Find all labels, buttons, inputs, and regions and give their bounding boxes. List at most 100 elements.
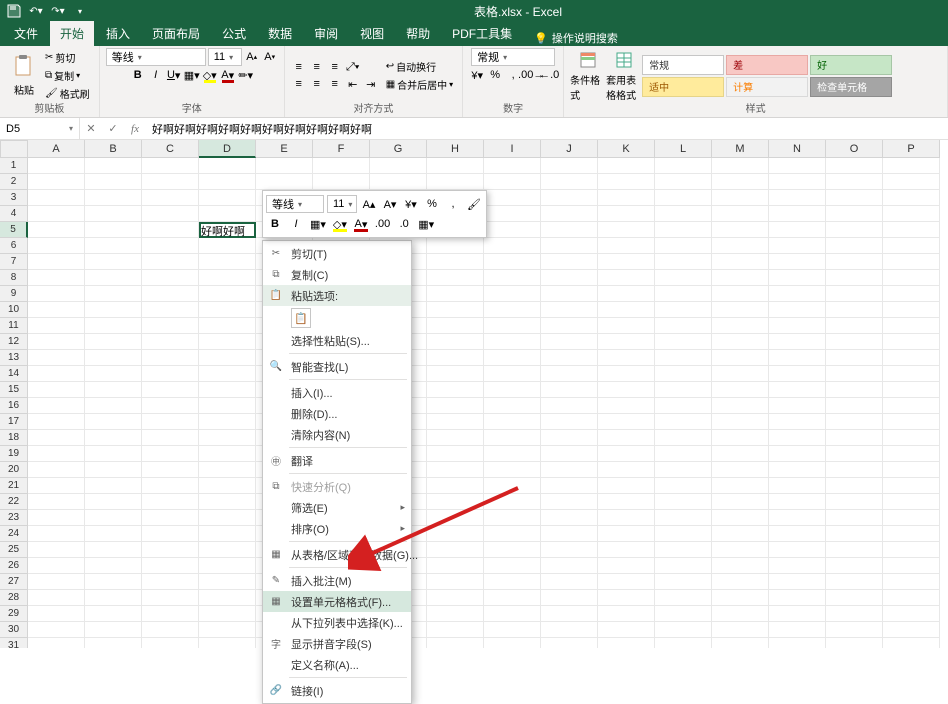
cell[interactable] — [28, 494, 85, 510]
cell[interactable] — [769, 558, 826, 574]
cell[interactable] — [85, 558, 142, 574]
cell[interactable] — [769, 526, 826, 542]
cell[interactable] — [655, 158, 712, 174]
cell[interactable] — [598, 158, 655, 174]
cell[interactable] — [85, 606, 142, 622]
cell[interactable] — [28, 270, 85, 286]
cell[interactable] — [826, 222, 883, 238]
cell[interactable] — [484, 398, 541, 414]
name-box[interactable]: D5 — [0, 118, 80, 139]
cell[interactable] — [769, 174, 826, 190]
cell[interactable] — [427, 510, 484, 526]
phonetic-button[interactable]: ✏▾ — [238, 67, 254, 83]
cell[interactable] — [85, 430, 142, 446]
cell[interactable] — [199, 542, 256, 558]
cell[interactable] — [199, 398, 256, 414]
cell[interactable] — [826, 318, 883, 334]
cell[interactable] — [484, 318, 541, 334]
cell[interactable] — [655, 190, 712, 206]
cell[interactable] — [826, 158, 883, 174]
cell[interactable] — [28, 398, 85, 414]
row-header[interactable]: 10 — [0, 302, 28, 318]
cell[interactable] — [712, 302, 769, 318]
row-header[interactable]: 16 — [0, 398, 28, 414]
underline-button[interactable]: U▾ — [166, 67, 182, 83]
cell[interactable] — [199, 382, 256, 398]
row-header[interactable]: 20 — [0, 462, 28, 478]
cell[interactable] — [427, 446, 484, 462]
cell[interactable] — [85, 366, 142, 382]
cell[interactable] — [427, 302, 484, 318]
cell[interactable] — [769, 510, 826, 526]
cell[interactable] — [427, 158, 484, 174]
cell[interactable] — [484, 286, 541, 302]
accounting-format-icon[interactable]: ¥▾ — [469, 67, 485, 83]
cell[interactable] — [769, 206, 826, 222]
cell[interactable] — [883, 414, 940, 430]
cell[interactable] — [199, 638, 256, 648]
col-header[interactable]: P — [883, 140, 940, 158]
cell[interactable] — [712, 542, 769, 558]
cell[interactable] — [769, 254, 826, 270]
cancel-icon[interactable]: ✕ — [80, 122, 102, 135]
cell[interactable] — [826, 622, 883, 638]
cell[interactable] — [484, 254, 541, 270]
style-swatch[interactable]: 常规 — [642, 55, 724, 75]
cell[interactable] — [427, 254, 484, 270]
cell[interactable] — [427, 414, 484, 430]
mini-comma[interactable]: , — [444, 195, 462, 213]
tab-help[interactable]: 帮助 — [396, 21, 440, 46]
cell[interactable] — [427, 526, 484, 542]
cell[interactable] — [598, 462, 655, 478]
font-color-button[interactable]: A▾ — [220, 67, 236, 83]
cell[interactable] — [712, 462, 769, 478]
cell[interactable] — [883, 526, 940, 542]
cell[interactable] — [427, 478, 484, 494]
row-header[interactable]: 17 — [0, 414, 28, 430]
cell[interactable] — [484, 302, 541, 318]
cell[interactable] — [769, 302, 826, 318]
cell[interactable] — [142, 510, 199, 526]
cell[interactable] — [883, 286, 940, 302]
cell[interactable] — [883, 590, 940, 606]
cell[interactable] — [85, 222, 142, 238]
conditional-formatting-button[interactable]: 条件格式 — [570, 49, 606, 103]
cell[interactable] — [142, 494, 199, 510]
cell[interactable] — [142, 382, 199, 398]
cell[interactable] — [883, 190, 940, 206]
cell[interactable] — [826, 350, 883, 366]
style-swatch[interactable]: 差 — [726, 55, 808, 75]
cell[interactable] — [883, 606, 940, 622]
cell[interactable] — [142, 350, 199, 366]
mini-dec-decimal[interactable]: .0 — [395, 215, 413, 233]
merge-center-button[interactable]: ▦合并后居中▾ — [383, 76, 456, 93]
cell[interactable] — [826, 254, 883, 270]
context-menu-item[interactable]: 清除内容(N) — [263, 424, 411, 445]
tell-me-search[interactable]: 💡 操作说明搜索 — [534, 30, 618, 46]
cell[interactable] — [655, 510, 712, 526]
cell[interactable] — [28, 382, 85, 398]
cell[interactable] — [883, 334, 940, 350]
cell[interactable] — [28, 606, 85, 622]
cell[interactable] — [142, 542, 199, 558]
cell[interactable] — [142, 590, 199, 606]
cell[interactable] — [826, 286, 883, 302]
cell[interactable] — [769, 494, 826, 510]
cell[interactable] — [142, 446, 199, 462]
cell[interactable] — [712, 574, 769, 590]
context-menu-item[interactable]: 📋粘贴选项: — [263, 285, 411, 306]
cell[interactable] — [199, 494, 256, 510]
mini-border[interactable]: ▦▾ — [308, 215, 328, 233]
cell[interactable] — [484, 574, 541, 590]
cell[interactable] — [541, 606, 598, 622]
cell[interactable] — [883, 254, 940, 270]
cell[interactable] — [655, 622, 712, 638]
row-header[interactable]: 31 — [0, 638, 28, 648]
cut-button[interactable]: ✂剪切 — [42, 49, 93, 66]
cell[interactable] — [541, 206, 598, 222]
paste-option-default[interactable]: 📋 — [291, 308, 311, 328]
cell[interactable] — [883, 462, 940, 478]
cell[interactable] — [28, 590, 85, 606]
cell[interactable] — [484, 270, 541, 286]
row-header[interactable]: 29 — [0, 606, 28, 622]
